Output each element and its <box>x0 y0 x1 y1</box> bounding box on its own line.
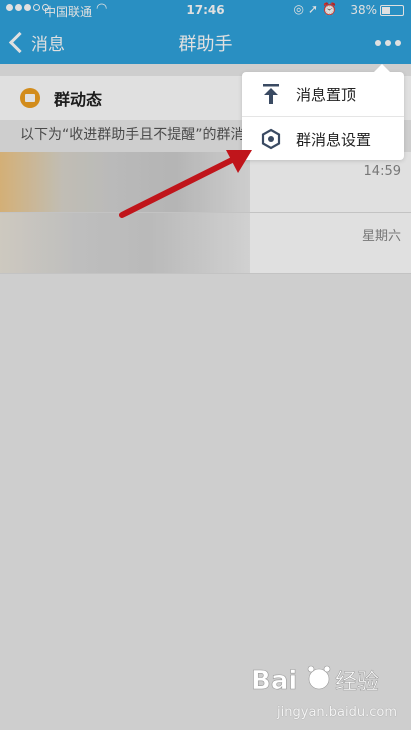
menu-item-label: 消息置顶 <box>296 85 357 104</box>
menu-item-pin-top[interactable]: 消息置顶 <box>242 72 404 116</box>
menu-item-label: 群消息设置 <box>296 130 372 149</box>
watermark: Bai 经验 jingyan.baidu.com <box>247 659 397 720</box>
settings-hexagon-icon <box>260 128 282 150</box>
svg-text:经验: 经验 <box>335 670 379 695</box>
baidu-jingyan-logo-icon: Bai 经验 <box>251 665 379 696</box>
popup-menu: 消息置顶 群消息设置 <box>242 64 404 161</box>
menu-item-group-message-settings[interactable]: 群消息设置 <box>242 116 404 161</box>
watermark-url: jingyan.baidu.com <box>277 705 397 720</box>
pin-top-icon <box>260 83 282 105</box>
svg-text:Bai: Bai <box>251 666 297 696</box>
